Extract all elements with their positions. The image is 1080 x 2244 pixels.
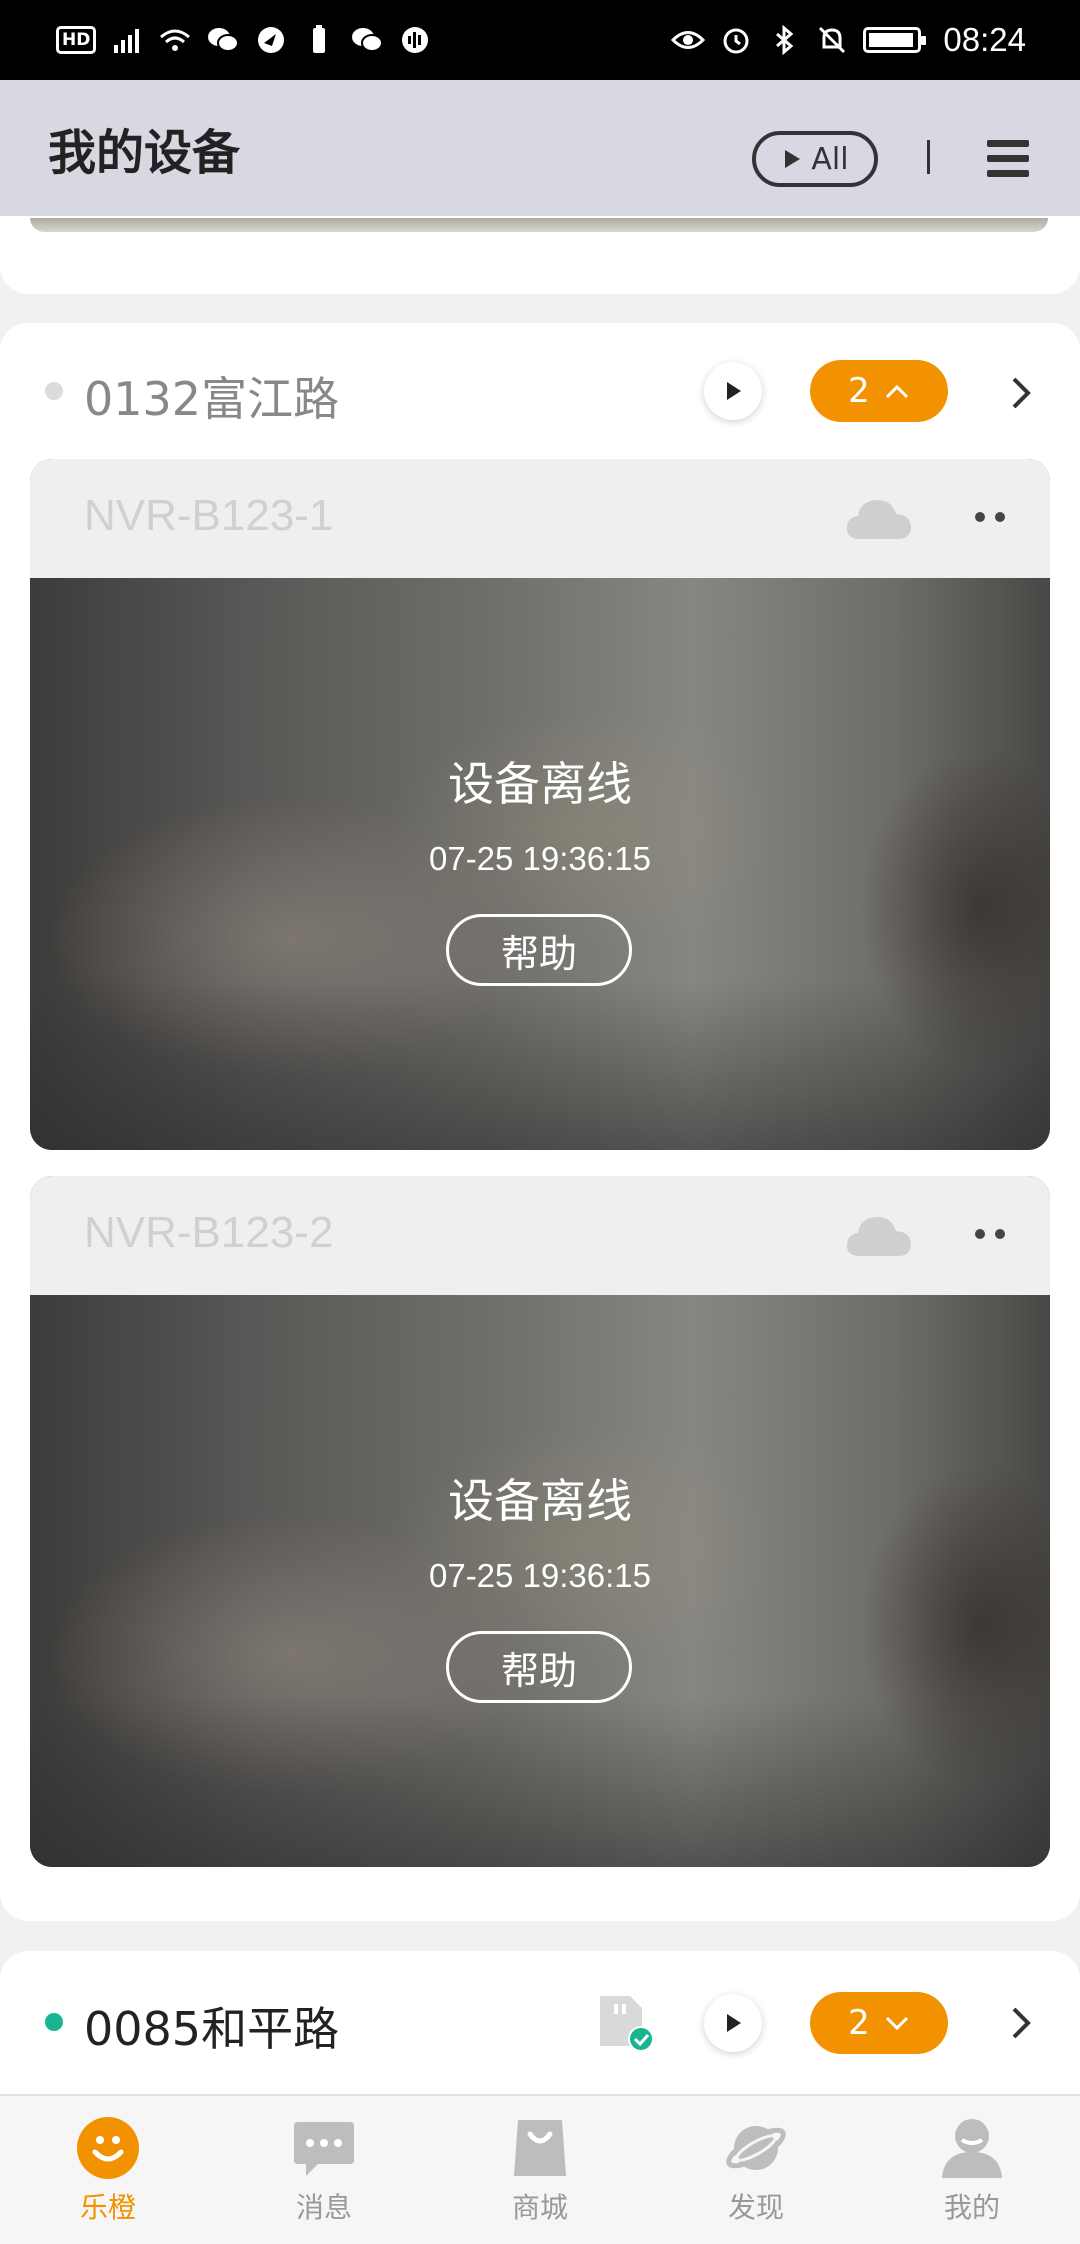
sd-card-status-icon	[600, 1996, 654, 2052]
chevron-down-icon	[885, 2016, 908, 2031]
tab-lechange[interactable]: 乐橙	[0, 2096, 216, 2244]
previous-device-preview-edge	[30, 218, 1048, 232]
group-play-button[interactable]	[704, 362, 762, 420]
cloud-storage-icon[interactable]	[844, 493, 914, 545]
group-header[interactable]: 0132富江路 2	[0, 323, 1080, 459]
tab-label: 消息	[295, 2191, 352, 2224]
voice-icon	[398, 25, 432, 55]
more-options-icon[interactable]	[972, 509, 1008, 525]
status-dot	[45, 382, 63, 400]
group-name: 0085和平路	[84, 2002, 340, 2056]
alarm-icon	[719, 25, 753, 55]
device-count-toggle[interactable]: 2	[810, 1992, 948, 2054]
planet-icon	[726, 2126, 786, 2170]
header-divider	[927, 140, 930, 174]
group-play-button[interactable]	[704, 1994, 762, 2052]
battery-saver-icon	[302, 25, 336, 55]
status-bar-right: 08:24	[671, 21, 1026, 59]
mute-bell-icon	[815, 25, 849, 55]
device-count: 2	[848, 371, 870, 411]
app-header: 我的设备 All	[0, 80, 1080, 216]
group-header[interactable]: 0085和平路 2	[0, 1951, 1080, 2091]
offline-status: 设备离线	[448, 1474, 632, 1528]
bluetooth-icon	[767, 25, 801, 55]
offline-status: 设备离线	[448, 757, 632, 811]
tab-discover[interactable]: 发现	[648, 2096, 864, 2244]
clock: 08:24	[943, 21, 1026, 58]
play-all-button[interactable]: All	[752, 131, 878, 187]
play-icon	[785, 150, 801, 168]
status-bar: HD 08:24	[0, 0, 1080, 80]
device-card[interactable]: NVR-B123-1 设备离线 07-25 19:36:15 帮助	[30, 459, 1050, 1150]
tab-store[interactable]: 商城	[432, 2096, 648, 2244]
tab-messages[interactable]: 消息	[216, 2096, 432, 2244]
offline-time: 07-25 19:36:15	[428, 1557, 652, 1594]
chevron-up-icon	[885, 384, 908, 399]
signal-4g-icon	[110, 25, 144, 55]
help-button[interactable]: 帮助	[446, 914, 632, 986]
device-count-toggle[interactable]: 2	[810, 360, 948, 422]
device-preview[interactable]: 设备离线 07-25 19:36:15 帮助	[30, 578, 1050, 1150]
offline-time: 07-25 19:36:15	[428, 840, 652, 877]
play-icon	[727, 2014, 741, 2032]
device-header: NVR-B123-2	[30, 1176, 1050, 1295]
tab-label: 商城	[511, 2191, 568, 2224]
play-icon	[727, 382, 741, 400]
more-options-icon[interactable]	[972, 1226, 1008, 1242]
app-icon	[254, 25, 288, 55]
message-icon	[294, 2122, 354, 2176]
tab-label: 我的	[943, 2191, 1000, 2224]
tab-profile[interactable]: 我的	[864, 2096, 1080, 2244]
wechat-icon	[350, 25, 384, 55]
device-group-card: 0132富江路 2 NVR-B123-1 设备离线 07-25 19:36:15…	[0, 323, 1080, 1921]
status-bar-left: HD	[56, 25, 432, 55]
wechat-icon	[206, 25, 240, 55]
play-all-label: All	[811, 141, 849, 177]
shopping-bag-icon	[514, 2120, 566, 2176]
hd-icon: HD	[56, 26, 97, 54]
bottom-tab-bar: 乐橙 消息 商城 发现 我的	[0, 2094, 1080, 2244]
chevron-right-icon[interactable]	[1006, 2003, 1036, 2043]
device-name: NVR-B123-2	[84, 1208, 334, 1257]
battery-icon	[863, 27, 927, 53]
profile-icon	[942, 2119, 1002, 2178]
status-dot	[45, 2013, 63, 2031]
device-preview[interactable]: 设备离线 07-25 19:36:15 帮助	[30, 1295, 1050, 1867]
help-button[interactable]: 帮助	[446, 1631, 632, 1703]
lechange-smile-icon	[77, 2117, 139, 2179]
menu-icon[interactable]	[985, 135, 1031, 181]
group-name: 0132富江路	[84, 372, 340, 426]
device-card[interactable]: NVR-B123-2 设备离线 07-25 19:36:15 帮助	[30, 1176, 1050, 1867]
chevron-right-icon[interactable]	[1006, 373, 1036, 413]
tab-label: 发现	[727, 2191, 784, 2224]
wifi-icon	[158, 25, 192, 55]
cloud-storage-icon[interactable]	[844, 1210, 914, 1262]
tab-label: 乐橙	[79, 2191, 136, 2224]
page-title: 我的设备	[48, 125, 241, 181]
eye-icon	[671, 25, 706, 55]
device-count: 2	[848, 2003, 870, 2043]
device-header: NVR-B123-1	[30, 459, 1050, 578]
device-name: NVR-B123-1	[84, 491, 334, 540]
device-group-card: 0085和平路 2	[0, 1951, 1080, 2111]
